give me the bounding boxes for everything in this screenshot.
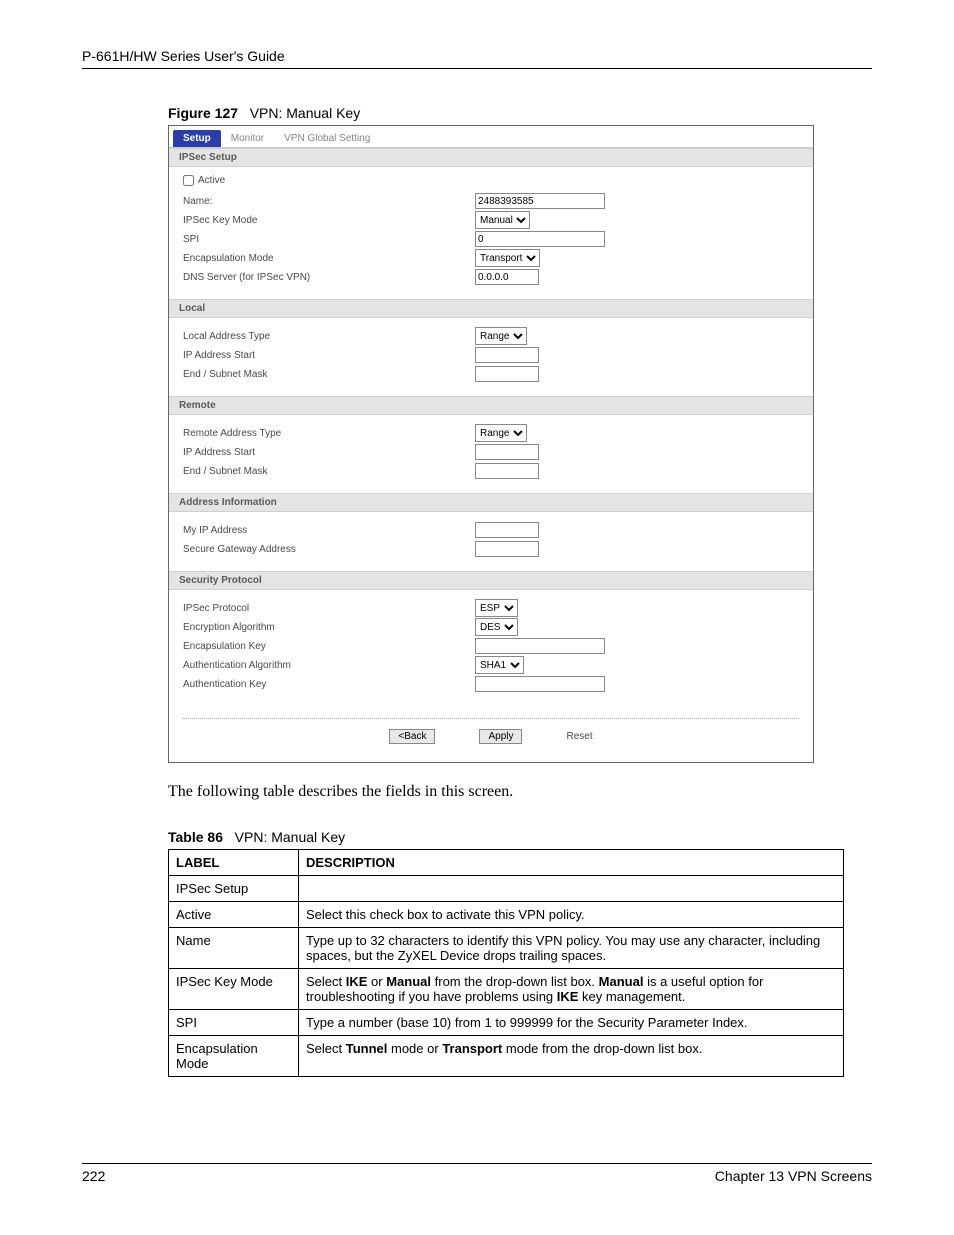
- cell-label: Active: [169, 902, 299, 928]
- remote-end-mask-label: End / Subnet Mask: [183, 466, 475, 477]
- section-address-info: Address Information: [169, 493, 813, 512]
- cell-label: Name: [169, 928, 299, 969]
- active-checkbox[interactable]: [183, 175, 194, 186]
- cell-label: SPI: [169, 1010, 299, 1036]
- apply-button[interactable]: Apply: [479, 729, 522, 744]
- chapter-title: Chapter 13 VPN Screens: [715, 1168, 872, 1184]
- th-label: LABEL: [169, 850, 299, 876]
- encryption-algorithm-select[interactable]: DES: [475, 618, 518, 636]
- table-row: Name Type up to 32 characters to identif…: [169, 928, 844, 969]
- active-label: Active: [198, 175, 225, 186]
- name-label: Name:: [183, 196, 475, 207]
- cell-desc: [299, 876, 844, 902]
- section-ipsec-setup: IPSec Setup: [169, 148, 813, 167]
- tab-vpn-global-setting[interactable]: VPN Global Setting: [274, 130, 380, 147]
- local-end-mask-input[interactable]: [475, 366, 539, 382]
- running-header: P-661H/HW Series User's Guide: [82, 48, 872, 69]
- authentication-key-input[interactable]: [475, 676, 605, 692]
- encapsulation-key-label: Encapsulation Key: [183, 641, 475, 652]
- section-local: Local: [169, 299, 813, 318]
- authentication-key-label: Authentication Key: [183, 679, 475, 690]
- local-ip-start-label: IP Address Start: [183, 350, 475, 361]
- table-row: Active Select this check box to activate…: [169, 902, 844, 928]
- header-title: P-661H/HW Series User's Guide: [82, 48, 285, 64]
- button-row: <Back Apply Reset: [183, 718, 799, 762]
- ipsec-key-mode-label: IPSec Key Mode: [183, 215, 475, 226]
- secure-gateway-input[interactable]: [475, 541, 539, 557]
- ipsec-protocol-label: IPSec Protocol: [183, 603, 475, 614]
- figure-number: Figure 127: [168, 105, 238, 121]
- cell-desc: Select this check box to activate this V…: [299, 902, 844, 928]
- cell-desc: Type a number (base 10) from 1 to 999999…: [299, 1010, 844, 1036]
- dns-server-label: DNS Server (for IPSec VPN): [183, 272, 475, 283]
- remote-ip-start-label: IP Address Start: [183, 447, 475, 458]
- encapsulation-mode-label: Encapsulation Mode: [183, 253, 475, 264]
- table-row: SPI Type a number (base 10) from 1 to 99…: [169, 1010, 844, 1036]
- secure-gateway-label: Secure Gateway Address: [183, 544, 475, 555]
- local-ip-start-input[interactable]: [475, 347, 539, 363]
- cell-desc: Select IKE or Manual from the drop-down …: [299, 969, 844, 1010]
- spi-label: SPI: [183, 234, 475, 245]
- description-table: LABEL DESCRIPTION IPSec Setup Active Sel…: [168, 849, 844, 1077]
- reset-button[interactable]: Reset: [566, 731, 592, 742]
- authentication-algorithm-label: Authentication Algorithm: [183, 660, 475, 671]
- th-description: DESCRIPTION: [299, 850, 844, 876]
- ipsec-protocol-select[interactable]: ESP: [475, 599, 518, 617]
- encryption-algorithm-label: Encryption Algorithm: [183, 622, 475, 633]
- section-remote: Remote: [169, 396, 813, 415]
- section-security-protocol: Security Protocol: [169, 571, 813, 590]
- local-address-type-label: Local Address Type: [183, 331, 475, 342]
- cell-desc: Type up to 32 characters to identify thi…: [299, 928, 844, 969]
- spi-input[interactable]: [475, 231, 605, 247]
- table-number: Table 86: [168, 829, 223, 845]
- my-ip-input[interactable]: [475, 522, 539, 538]
- remote-address-type-select[interactable]: Range: [475, 424, 527, 442]
- ipsec-key-mode-select[interactable]: Manual: [475, 211, 530, 229]
- page-footer: 222 Chapter 13 VPN Screens: [82, 1163, 872, 1184]
- table-row: IPSec Key Mode Select IKE or Manual from…: [169, 969, 844, 1010]
- remote-address-type-label: Remote Address Type: [183, 428, 475, 439]
- encapsulation-key-input[interactable]: [475, 638, 605, 654]
- cell-desc: Select Tunnel mode or Transport mode fro…: [299, 1036, 844, 1077]
- encapsulation-mode-select[interactable]: Transport: [475, 249, 540, 267]
- back-button[interactable]: <Back: [389, 729, 435, 744]
- authentication-algorithm-select[interactable]: SHA1: [475, 656, 524, 674]
- table-row: Encapsulation Mode Select Tunnel mode or…: [169, 1036, 844, 1077]
- figure-caption: Figure 127 VPN: Manual Key: [168, 105, 872, 121]
- remote-end-mask-input[interactable]: [475, 463, 539, 479]
- tab-setup[interactable]: Setup: [173, 130, 221, 147]
- local-end-mask-label: End / Subnet Mask: [183, 369, 475, 380]
- cell-label: Encapsulation Mode: [169, 1036, 299, 1077]
- dns-server-input[interactable]: [475, 269, 539, 285]
- figure-title: VPN: Manual Key: [250, 105, 361, 121]
- body-text: The following table describes the fields…: [168, 783, 872, 801]
- my-ip-label: My IP Address: [183, 525, 475, 536]
- table-title: VPN: Manual Key: [235, 829, 346, 845]
- cell-label: IPSec Key Mode: [169, 969, 299, 1010]
- name-input[interactable]: [475, 193, 605, 209]
- page-number: 222: [82, 1168, 105, 1184]
- tab-monitor[interactable]: Monitor: [221, 130, 274, 147]
- remote-ip-start-input[interactable]: [475, 444, 539, 460]
- cell-label: IPSec Setup: [169, 876, 299, 902]
- table-row: IPSec Setup: [169, 876, 844, 902]
- table-caption: Table 86 VPN: Manual Key: [168, 829, 872, 845]
- tab-bar: Setup Monitor VPN Global Setting: [169, 126, 813, 148]
- vpn-manual-key-panel: Setup Monitor VPN Global Setting IPSec S…: [168, 125, 814, 763]
- local-address-type-select[interactable]: Range: [475, 327, 527, 345]
